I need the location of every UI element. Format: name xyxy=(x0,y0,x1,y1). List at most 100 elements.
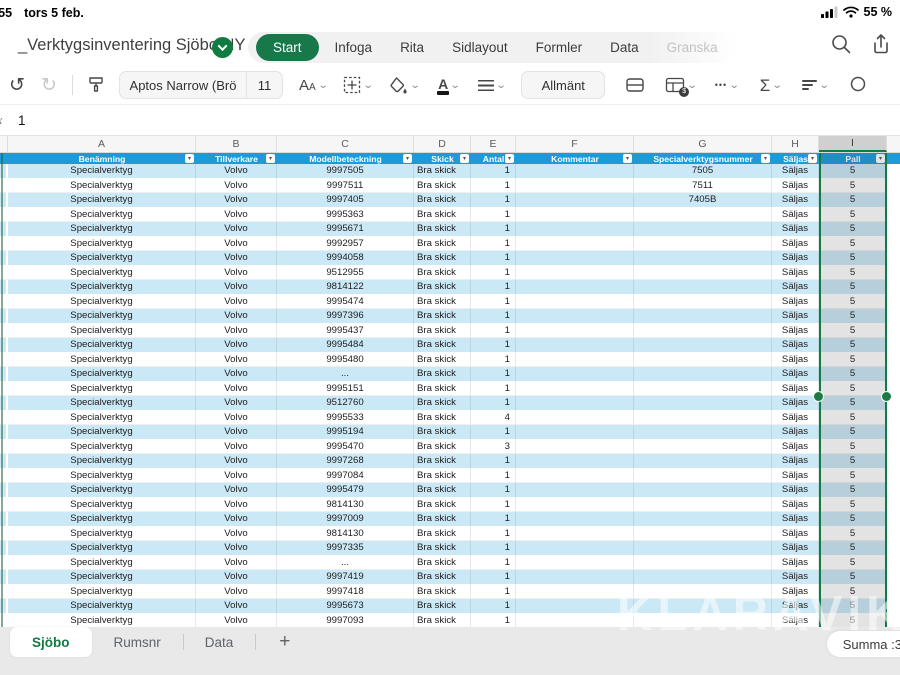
table-cell[interactable]: 1 xyxy=(471,498,516,513)
table-cell[interactable]: Bra skick xyxy=(414,556,471,571)
table-cell[interactable]: Volvo xyxy=(196,179,277,194)
table-cell[interactable] xyxy=(516,295,634,310)
table-cell[interactable] xyxy=(634,396,772,411)
table-cell[interactable]: 1 xyxy=(471,280,516,295)
table-cell[interactable]: Säljas xyxy=(772,527,819,542)
table-cell[interactable]: Volvo xyxy=(196,411,277,426)
table-cell[interactable]: 9995470 xyxy=(277,440,414,455)
table-cell[interactable]: Bra skick xyxy=(414,483,471,498)
table-cell[interactable] xyxy=(516,440,634,455)
table-cell[interactable]: Volvo xyxy=(196,309,277,324)
table-cell[interactable] xyxy=(516,164,634,179)
table-cell[interactable] xyxy=(634,599,772,614)
font-format-button[interactable]: AA⌄ xyxy=(299,70,327,100)
table-cell[interactable]: Specialverktyg xyxy=(8,599,196,614)
font-color-button[interactable]: A⌄ xyxy=(436,70,462,100)
table-cell[interactable]: Säljas xyxy=(772,179,819,194)
table-cell[interactable] xyxy=(634,295,772,310)
filter-dropdown-icon[interactable]: ▾ xyxy=(403,154,412,163)
table-cell[interactable]: 9997396 xyxy=(277,309,414,324)
table-cell[interactable]: 9814122 xyxy=(277,280,414,295)
table-cell[interactable]: Säljas xyxy=(772,556,819,571)
table-cell[interactable]: Specialverktyg xyxy=(8,324,196,339)
table-cell[interactable]: Specialverktyg xyxy=(8,585,196,600)
table-cell[interactable]: Volvo xyxy=(196,237,277,252)
table-cell[interactable] xyxy=(634,498,772,513)
table-cell[interactable]: 5 xyxy=(819,585,887,600)
table-cell[interactable]: Volvo xyxy=(196,208,277,223)
table-cell[interactable] xyxy=(634,266,772,281)
table-cell[interactable] xyxy=(634,208,772,223)
table-cell[interactable]: 9995194 xyxy=(277,425,414,440)
table-cell[interactable]: Säljas xyxy=(772,353,819,368)
table-cell[interactable]: 9995479 xyxy=(277,483,414,498)
table-cell[interactable]: Volvo xyxy=(196,483,277,498)
table-cell[interactable] xyxy=(634,338,772,353)
table-cell[interactable]: Säljas xyxy=(772,266,819,281)
table-cell[interactable]: Bra skick xyxy=(414,425,471,440)
table-cell[interactable]: Volvo xyxy=(196,164,277,179)
table-cell[interactable]: 1 xyxy=(471,469,516,484)
table-cell[interactable]: Volvo xyxy=(196,541,277,556)
table-cell[interactable]: 1 xyxy=(471,309,516,324)
table-cell[interactable] xyxy=(634,541,772,556)
table-cell[interactable]: Volvo xyxy=(196,338,277,353)
filter-dropdown-icon[interactable]: ▾ xyxy=(185,154,194,163)
table-cell[interactable]: 1 xyxy=(471,382,516,397)
table-cell[interactable] xyxy=(634,251,772,266)
filter-dropdown-icon[interactable]: ▾ xyxy=(876,154,885,163)
table-cell[interactable]: 7511 xyxy=(634,179,772,194)
table-cell[interactable] xyxy=(516,338,634,353)
table-cell[interactable]: Bra skick xyxy=(414,614,471,628)
table-cell[interactable]: 1 xyxy=(471,585,516,600)
table-cell[interactable]: 5 xyxy=(819,208,887,223)
table-cell[interactable]: Bra skick xyxy=(414,324,471,339)
table-cell[interactable] xyxy=(516,222,634,237)
table-cell[interactable]: 5 xyxy=(819,396,887,411)
table-cell[interactable]: Säljas xyxy=(772,396,819,411)
table-cell[interactable]: Volvo xyxy=(196,425,277,440)
table-cell[interactable]: Specialverktyg xyxy=(8,570,196,585)
table-cell[interactable] xyxy=(634,382,772,397)
table-cell[interactable]: 9512760 xyxy=(277,396,414,411)
table-cell[interactable] xyxy=(516,367,634,382)
table-cell[interactable]: 5 xyxy=(819,556,887,571)
table-cell[interactable]: Volvo xyxy=(196,251,277,266)
filter-dropdown-icon[interactable]: ▾ xyxy=(505,154,514,163)
table-cell[interactable]: 5 xyxy=(819,179,887,194)
table-cell[interactable]: Specialverktyg xyxy=(8,527,196,542)
table-cell[interactable]: 9997268 xyxy=(277,454,414,469)
table-cell[interactable] xyxy=(516,614,634,628)
fill-color-button[interactable]: ⌄ xyxy=(388,70,419,100)
table-cell[interactable] xyxy=(516,179,634,194)
ribbon-tab-start[interactable]: Start xyxy=(256,34,319,61)
table-cell[interactable]: Volvo xyxy=(196,280,277,295)
table-cell[interactable]: 5 xyxy=(819,193,887,208)
column-header-e[interactable]: E xyxy=(471,136,516,152)
table-cell[interactable]: 9997009 xyxy=(277,512,414,527)
table-header-cell[interactable]: Kommentar▾ xyxy=(516,153,634,164)
table-cell[interactable]: Bra skick xyxy=(414,527,471,542)
table-cell[interactable]: Volvo xyxy=(196,440,277,455)
table-cell[interactable]: 5 xyxy=(819,411,887,426)
table-cell[interactable]: 9995437 xyxy=(277,324,414,339)
table-cell[interactable]: 5 xyxy=(819,512,887,527)
table-cell[interactable]: Säljas xyxy=(772,469,819,484)
autosum-button[interactable]: Σ⌄ xyxy=(758,70,784,100)
table-cell[interactable]: Volvo xyxy=(196,266,277,281)
table-cell[interactable]: Volvo xyxy=(196,469,277,484)
column-header-b[interactable]: B xyxy=(196,136,277,152)
table-cell[interactable]: Specialverktyg xyxy=(8,541,196,556)
table-cell[interactable]: 1 xyxy=(471,483,516,498)
column-header-c[interactable]: C xyxy=(277,136,414,152)
table-cell[interactable]: Bra skick xyxy=(414,208,471,223)
formula-bar[interactable]: fx 1 xyxy=(0,104,900,136)
table-cell[interactable]: 9997084 xyxy=(277,469,414,484)
table-cell[interactable]: Specialverktyg xyxy=(8,237,196,252)
table-cell[interactable] xyxy=(634,367,772,382)
filter-dropdown-icon[interactable]: ▾ xyxy=(460,154,469,163)
table-cell[interactable]: Volvo xyxy=(196,512,277,527)
table-cell[interactable]: Specialverktyg xyxy=(8,469,196,484)
table-cell[interactable] xyxy=(516,251,634,266)
table-cell[interactable]: 5 xyxy=(819,614,887,628)
